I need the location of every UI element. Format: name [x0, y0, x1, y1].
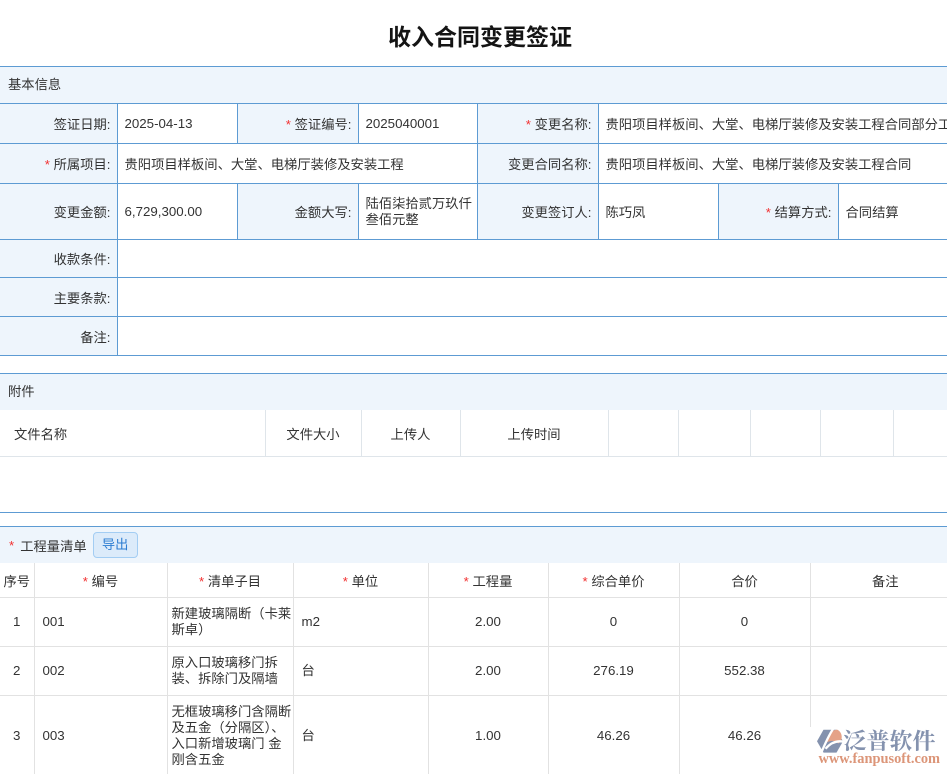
svg-text:www.fanpusoft.com: www.fanpusoft.com: [819, 751, 941, 767]
